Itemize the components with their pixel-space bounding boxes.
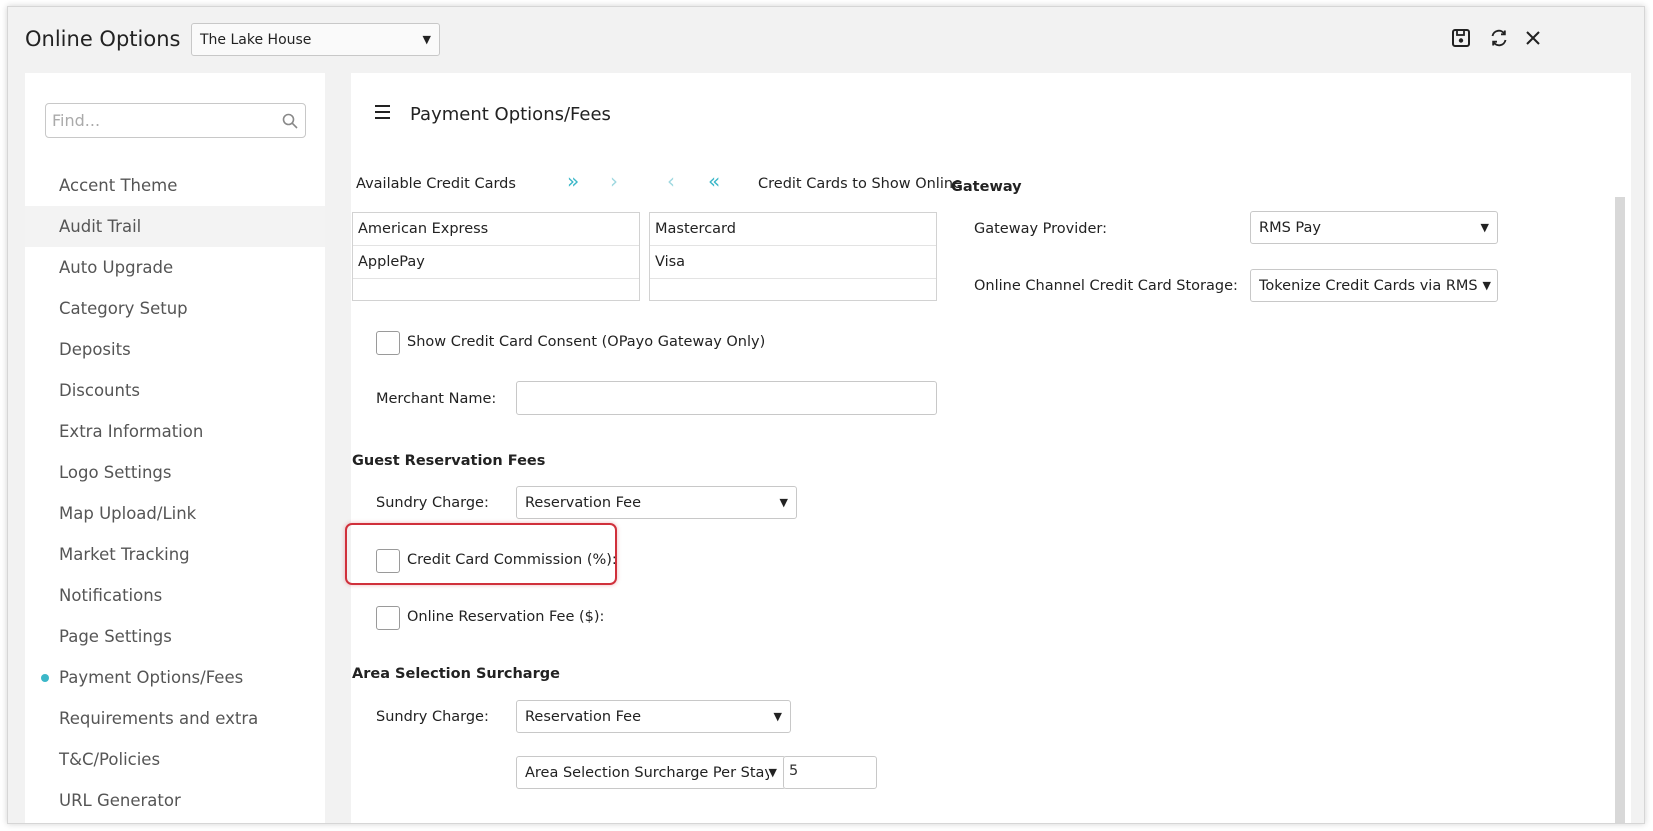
move-left-button[interactable]: ‹ [667,171,675,191]
online-fee-label: Online Reservation Fee ($): [407,609,605,625]
sidebar-item-audit-trail[interactable]: Audit Trail [25,206,325,247]
sidebar-item-deposits[interactable]: Deposits [25,329,325,370]
sidebar-item-label: Requirements and extra [59,709,259,728]
gateway-title: Gateway [951,179,1022,195]
save-icon [1452,29,1470,47]
sidebar-item-label: URL Generator [59,791,181,810]
sidebar: Accent Theme Audit Trail Auto Upgrade Ca… [25,73,325,823]
show-online-label: Credit Cards to Show Online [758,176,962,192]
list-item[interactable]: Visa [650,246,936,279]
online-cards-list[interactable]: Mastercard Visa [649,212,937,301]
sundry-charge-select[interactable]: Reservation Fee ▼ [516,486,797,519]
sidebar-item-notifications[interactable]: Notifications [25,575,325,616]
sidebar-item-category-setup[interactable]: Category Setup [25,288,325,329]
guest-fees-title: Guest Reservation Fees [352,453,546,469]
sidebar-item-label: Page Settings [59,627,172,646]
online-fee-checkbox[interactable] [376,606,400,630]
sidebar-item-logo-settings[interactable]: Logo Settings [25,452,325,493]
area-surcharge-amount-input[interactable]: 5 [783,756,877,789]
move-all-right-button[interactable]: » [567,171,579,191]
sidebar-item-auto-upgrade[interactable]: Auto Upgrade [25,247,325,288]
sidebar-item-discounts[interactable]: Discounts [25,370,325,411]
cc-storage-value: Tokenize Credit Cards via RMS Pay [1259,277,1483,294]
list-item[interactable]: American Express [353,213,639,246]
chevron-down-icon: ▼ [773,710,782,723]
cc-commission-label: Credit Card Commission (%): [407,552,617,568]
cc-storage-label: Online Channel Credit Card Storage: [974,278,1238,294]
save-button[interactable] [1448,25,1474,51]
sidebar-item-label: Accent Theme [59,176,178,195]
sidebar-item-label: Payment Options/Fees [59,668,244,687]
sidebar-item-page-settings[interactable]: Page Settings [25,616,325,657]
list-item-empty [650,279,936,312]
merchant-name-input[interactable] [516,381,937,415]
sidebar-item-label: Category Setup [59,299,188,318]
sidebar-item-label: Auto Upgrade [59,258,174,277]
available-cards-list[interactable]: American Express ApplePay [352,212,640,301]
property-select-value: The Lake House [200,31,312,48]
available-cards-label: Available Credit Cards [356,176,516,192]
scrollbar[interactable] [1615,197,1625,823]
sidebar-item-market-tracking[interactable]: Market Tracking [25,534,325,575]
sidebar-item-label: Deposits [59,340,131,359]
sundry-charge-label: Sundry Charge: [376,495,489,511]
consent-checkbox[interactable] [376,331,400,355]
gateway-provider-value: RMS Pay [1259,219,1321,236]
page-title: Online Options [25,27,181,51]
sidebar-item-map-upload-link[interactable]: Map Upload/Link [25,493,325,534]
online-options-window: Online Options The Lake House ▼ Find... … [7,6,1645,824]
area-surcharge-amount-value: 5 [789,763,799,779]
list-item-empty [353,279,639,312]
move-right-button[interactable]: › [610,171,618,191]
sidebar-item-extra-information[interactable]: Extra Information [25,411,325,452]
active-indicator-dot [41,674,49,682]
sidebar-item-label: Notifications [59,586,163,605]
sidebar-nav: Accent Theme Audit Trail Auto Upgrade Ca… [25,165,325,821]
sidebar-item-label: Map Upload/Link [59,504,197,523]
area-surcharge-type-select[interactable]: Area Selection Surcharge Per Stay $ ▼ [516,756,786,789]
sidebar-item-label: T&C/Policies [59,750,161,769]
area-surcharge-title: Area Selection Surcharge [352,666,560,682]
list-item[interactable]: ApplePay [353,246,639,279]
gateway-provider-label: Gateway Provider: [974,221,1107,237]
gateway-provider-select[interactable]: RMS Pay ▼ [1250,211,1498,244]
chevron-down-icon: ▼ [768,766,777,779]
top-bar: Online Options The Lake House ▼ [8,7,1644,73]
chevron-down-icon: ▼ [1482,279,1491,292]
find-input[interactable] [45,103,306,138]
area-sundry-charge-label: Sundry Charge: [376,709,489,725]
hamburger-menu-icon[interactable] [374,104,392,120]
refresh-button[interactable] [1486,25,1512,51]
sidebar-item-label: Logo Settings [59,463,172,482]
sidebar-item-label: Audit Trail [59,217,142,236]
cc-commission-checkbox[interactable] [376,549,400,573]
section-title: Payment Options/Fees [410,104,611,125]
sundry-charge-value: Reservation Fee [525,494,642,511]
area-surcharge-type-value: Area Selection Surcharge Per Stay $ [525,764,769,781]
move-all-left-button[interactable]: « [708,171,720,191]
area-sundry-charge-value: Reservation Fee [525,708,642,725]
close-icon [1526,31,1540,45]
list-item[interactable]: Mastercard [650,213,936,246]
area-sundry-charge-select[interactable]: Reservation Fee ▼ [516,700,791,733]
property-select[interactable]: The Lake House ▼ [191,23,440,56]
sidebar-item-accent-theme[interactable]: Accent Theme [25,165,325,206]
sidebar-item-tc-policies[interactable]: T&C/Policies [25,739,325,780]
close-button[interactable] [1520,25,1546,51]
merchant-name-label: Merchant Name: [376,391,497,407]
sidebar-item-payment-options-fees[interactable]: Payment Options/Fees [25,657,325,698]
chevron-down-icon: ▼ [779,496,788,509]
search-icon [282,113,298,129]
main-content: Payment Options/Fees Available Credit Ca… [351,73,1631,823]
refresh-icon [1491,29,1507,47]
chevron-down-icon: ▼ [422,33,431,46]
sidebar-item-label: Market Tracking [59,545,190,564]
sidebar-item-url-generator[interactable]: URL Generator [25,780,325,821]
sidebar-item-label: Extra Information [59,422,204,441]
cc-storage-select[interactable]: Tokenize Credit Cards via RMS Pay ▼ [1250,269,1498,302]
sidebar-item-label: Discounts [59,381,141,400]
consent-label: Show Credit Card Consent (OPayo Gateway … [407,334,766,350]
chevron-down-icon: ▼ [1480,221,1489,234]
sidebar-item-requirements-and-extra[interactable]: Requirements and extra [25,698,325,739]
